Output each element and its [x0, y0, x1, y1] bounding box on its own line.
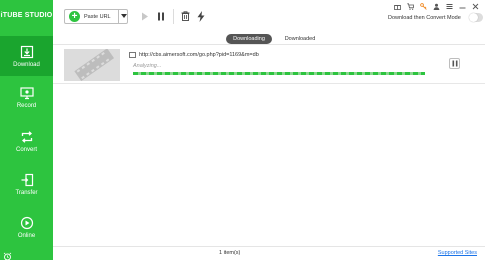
tab-downloaded[interactable]: Downloaded — [276, 34, 324, 44]
trash-icon[interactable] — [180, 10, 190, 22]
film-icon — [129, 52, 136, 58]
key-icon[interactable] — [419, 2, 427, 10]
sidebar-item-label: Download — [13, 61, 40, 68]
alarm-clock-icon[interactable] — [3, 248, 12, 261]
download-list-item[interactable]: http://cbs.aimersoft.com/go.php?pid=1169… — [53, 46, 485, 84]
pause-download-button[interactable] — [449, 58, 460, 69]
paste-url-label: Paste URL — [84, 13, 111, 20]
download-progress-fill — [133, 72, 425, 75]
download-url: http://cbs.aimersoft.com/go.php?pid=1169… — [139, 52, 259, 58]
sidebar-item-convert[interactable]: Convert — [0, 121, 53, 161]
download-icon — [19, 45, 35, 59]
download-status: Analyzing... — [133, 63, 162, 69]
button-divider — [118, 10, 119, 23]
sidebar: iTUBE STUDIO Download Record Convert Tra… — [0, 0, 53, 261]
convert-mode-toggle[interactable] — [469, 13, 483, 22]
online-icon — [19, 216, 35, 230]
sidebar-item-label: Online — [17, 232, 36, 239]
app-logo-title: iTUBE STUDIO — [0, 11, 53, 19]
play-icon[interactable] — [140, 10, 150, 22]
chevron-down-icon[interactable] — [121, 14, 127, 18]
download-progress-bar — [133, 72, 425, 75]
tab-downloading[interactable]: Downloading — [226, 34, 272, 44]
item-count: 1 item(s) — [219, 250, 241, 256]
gift-icon[interactable] — [393, 2, 401, 10]
menu-icon[interactable] — [445, 2, 453, 10]
convert-icon — [19, 130, 35, 144]
pause-icon[interactable] — [156, 10, 166, 22]
sidebar-item-download[interactable]: Download — [0, 36, 53, 76]
user-icon[interactable] — [432, 2, 440, 10]
supported-sites-link[interactable]: Supported Sites — [438, 250, 477, 256]
toolbar-divider — [173, 9, 174, 24]
sidebar-item-label: Convert — [15, 146, 37, 153]
window-controls — [393, 2, 479, 10]
sidebar-item-label: Record — [16, 102, 37, 109]
download-tabs: Downloading Downloaded — [53, 33, 485, 45]
transfer-icon — [19, 173, 35, 187]
sidebar-item-online[interactable]: Online — [0, 207, 53, 247]
plus-icon: + — [69, 11, 80, 22]
tabs-divider — [53, 44, 485, 45]
video-thumbnail — [64, 49, 120, 81]
sidebar-item-record[interactable]: Record — [0, 77, 53, 117]
download-url-line: http://cbs.aimersoft.com/go.php?pid=1169… — [129, 52, 259, 58]
toolbar: + Paste URL Download then Convert Mode — [53, 0, 485, 32]
cart-icon[interactable] — [406, 2, 414, 10]
sidebar-item-transfer[interactable]: Transfer — [0, 164, 53, 204]
close-icon[interactable] — [471, 2, 479, 10]
convert-mode-label: Download then Convert Mode — [388, 15, 461, 21]
minimize-icon[interactable] — [458, 2, 466, 10]
paste-url-button[interactable]: + Paste URL — [64, 9, 128, 24]
status-bar: 1 item(s) Supported Sites — [53, 246, 485, 260]
sidebar-item-label: Transfer — [15, 189, 38, 196]
record-icon — [19, 86, 35, 100]
lightning-icon[interactable] — [196, 10, 206, 22]
